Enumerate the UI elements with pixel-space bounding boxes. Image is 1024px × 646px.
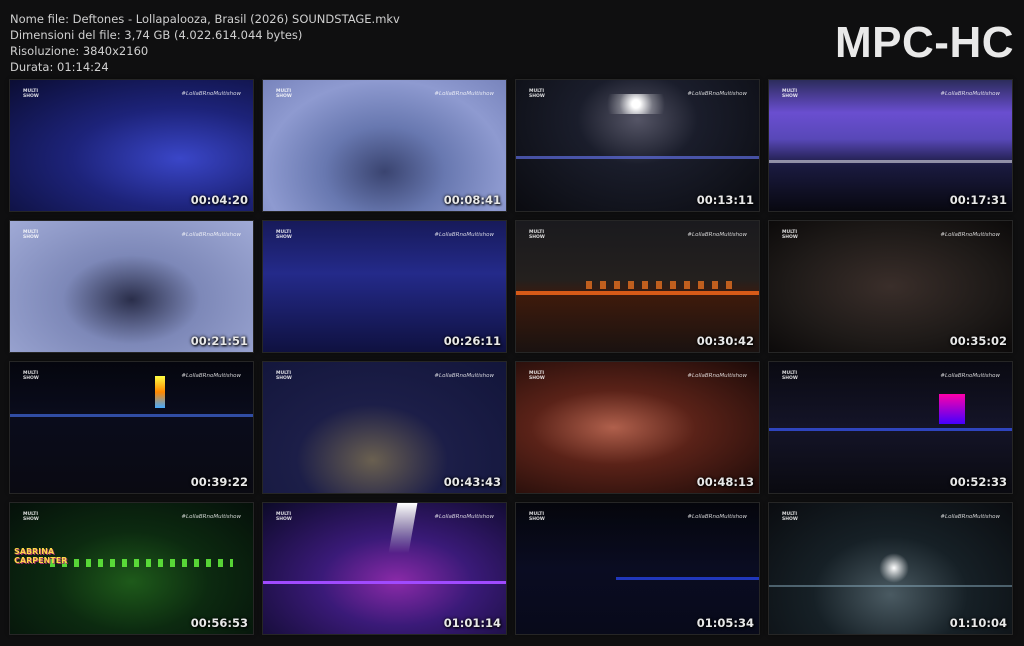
thumbnail-frame xyxy=(516,503,759,634)
thumbnail-frame xyxy=(263,80,506,211)
timestamp: 01:01:14 xyxy=(443,616,501,630)
timestamp: 00:04:20 xyxy=(190,193,248,207)
timestamp: 00:35:02 xyxy=(949,334,1007,348)
channel-logo: MULTI SHOW xyxy=(23,371,39,381)
promo-text: SABRINA xyxy=(14,547,55,556)
timestamp: 00:30:42 xyxy=(696,334,754,348)
thumbnail-frame xyxy=(10,80,253,211)
hashtag-overlay: #LollaBRnoMultishow xyxy=(687,373,747,379)
thumbnail-frame xyxy=(769,362,1012,493)
thumbnail: MULTI SHOW #LollaBRnoMultishow 00:39:22 xyxy=(9,361,254,494)
thumbnail-frame xyxy=(263,221,506,352)
thumbnail-frame xyxy=(769,221,1012,352)
hashtag-overlay: #LollaBRnoMultishow xyxy=(434,514,494,520)
timestamp: 00:08:41 xyxy=(443,193,501,207)
thumbnail-frame xyxy=(769,80,1012,211)
timestamp: 00:52:33 xyxy=(949,475,1007,489)
hashtag-overlay: #LollaBRnoMultishow xyxy=(181,232,241,238)
thumbnail: MULTI SHOW #LollaBRnoMultishow 00:08:41 xyxy=(262,79,507,212)
hashtag-overlay: #LollaBRnoMultishow xyxy=(940,91,1000,97)
timestamp: 00:56:53 xyxy=(190,616,248,630)
thumbnail: MULTI SHOW #LollaBRnoMultishow 00:21:51 xyxy=(9,220,254,353)
timestamp: 00:21:51 xyxy=(190,334,248,348)
thumbnail: MULTI SHOW #LollaBRnoMultishow 00:30:42 xyxy=(515,220,760,353)
thumbnail: MULTI SHOW #LollaBRnoMultishow 00:48:13 xyxy=(515,361,760,494)
hashtag-overlay: #LollaBRnoMultishow xyxy=(434,373,494,379)
channel-logo: MULTI SHOW xyxy=(782,371,798,381)
thumbnail: MULTI SHOW #LollaBRnoMultishow 01:01:14 xyxy=(262,502,507,635)
channel-logo: MULTI SHOW xyxy=(529,89,545,99)
timestamp: 00:26:11 xyxy=(443,334,501,348)
channel-logo: MULTI SHOW xyxy=(529,512,545,522)
hashtag-overlay: #LollaBRnoMultishow xyxy=(687,91,747,97)
hashtag-overlay: #LollaBRnoMultishow xyxy=(687,232,747,238)
thumbnail-frame xyxy=(516,221,759,352)
thumbnail-frame xyxy=(263,362,506,493)
thumbnail-frame xyxy=(10,503,253,634)
thumbnail: MULTI SHOW #LollaBRnoMultishow 00:35:02 xyxy=(768,220,1013,353)
thumbnail: MULTI SHOW #LollaBRnoMultishow 00:04:20 xyxy=(9,79,254,212)
thumbnail-frame xyxy=(769,503,1012,634)
thumbnail: MULTI SHOW #LollaBRnoMultishow 00:13:11 xyxy=(515,79,760,212)
promo-text: CARPENTER xyxy=(14,556,68,565)
channel-logo: MULTI SHOW xyxy=(276,512,292,522)
timestamp: 00:43:43 xyxy=(443,475,501,489)
timestamp: 00:48:13 xyxy=(696,475,754,489)
thumbnail-frame xyxy=(516,362,759,493)
hashtag-overlay: #LollaBRnoMultishow xyxy=(940,373,1000,379)
thumbnail-frame xyxy=(263,503,506,634)
thumbnail-frame xyxy=(10,362,253,493)
channel-logo: MULTI SHOW xyxy=(529,371,545,381)
hashtag-overlay: #LollaBRnoMultishow xyxy=(940,232,1000,238)
thumbnail-frame xyxy=(516,80,759,211)
channel-logo: MULTI SHOW xyxy=(782,230,798,240)
thumbnail: MULTI SHOW #LollaBRnoMultishow SABRINA CARP… xyxy=(9,502,254,635)
timestamp: 00:39:22 xyxy=(190,475,248,489)
thumbnail: MULTI SHOW #LollaBRnoMultishow 00:17:31 xyxy=(768,79,1013,212)
channel-logo: MULTI SHOW xyxy=(276,89,292,99)
channel-logo: MULTI SHOW xyxy=(276,371,292,381)
hashtag-overlay: #LollaBRnoMultishow xyxy=(940,514,1000,520)
thumbnail: MULTI SHOW #LollaBRnoMultishow 00:43:43 xyxy=(262,361,507,494)
timestamp: 01:10:04 xyxy=(949,616,1007,630)
thumbnail: MULTI SHOW #LollaBRnoMultishow 01:05:34 xyxy=(515,502,760,635)
channel-logo: MULTI SHOW xyxy=(276,230,292,240)
hashtag-overlay: #LollaBRnoMultishow xyxy=(434,232,494,238)
channel-logo: MULTI SHOW xyxy=(23,89,39,99)
promo-badge: SABRINA CARPENTER xyxy=(14,547,67,565)
hashtag-overlay: #LollaBRnoMultishow xyxy=(181,514,241,520)
timestamp: 01:05:34 xyxy=(696,616,754,630)
channel-logo: MULTI SHOW xyxy=(782,89,798,99)
thumbnail-frame xyxy=(10,221,253,352)
channel-logo: MULTI SHOW xyxy=(782,512,798,522)
channel-logo: MULTI SHOW xyxy=(23,230,39,240)
timestamp: 00:17:31 xyxy=(949,193,1007,207)
channel-logo: MULTI SHOW xyxy=(529,230,545,240)
thumbnail: MULTI SHOW #LollaBRnoMultishow 00:26:11 xyxy=(262,220,507,353)
thumbnail: MULTI SHOW #LollaBRnoMultishow 00:52:33 xyxy=(768,361,1013,494)
hashtag-overlay: #LollaBRnoMultishow xyxy=(687,514,747,520)
hashtag-overlay: #LollaBRnoMultishow xyxy=(181,373,241,379)
timestamp: 00:13:11 xyxy=(696,193,754,207)
hashtag-overlay: #LollaBRnoMultishow xyxy=(434,91,494,97)
thumbnail: MULTI SHOW #LollaBRnoMultishow 01:10:04 xyxy=(768,502,1013,635)
thumbnail-grid: MULTI SHOW #LollaBRnoMultishow 00:04:20 MUL… xyxy=(0,0,1024,646)
channel-logo: MULTI SHOW xyxy=(23,512,39,522)
hashtag-overlay: #LollaBRnoMultishow xyxy=(181,91,241,97)
